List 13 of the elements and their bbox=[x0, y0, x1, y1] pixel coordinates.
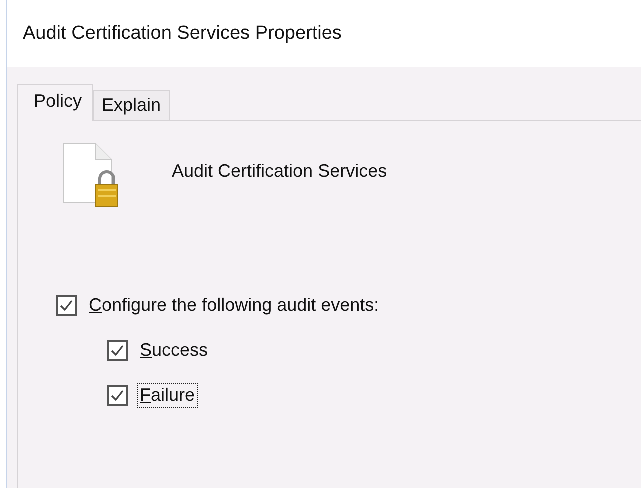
checkbox[interactable] bbox=[107, 340, 128, 361]
check-icon bbox=[111, 345, 124, 356]
window-title: Audit Certification Services Properties bbox=[23, 22, 342, 44]
check-icon bbox=[111, 390, 124, 401]
checkbox-label[interactable]: Failure bbox=[137, 383, 198, 408]
policy-name: Audit Certification Services bbox=[172, 160, 388, 182]
check-icon bbox=[60, 300, 73, 311]
checkbox-label[interactable]: Configure the following audit events: bbox=[86, 293, 382, 318]
tab[interactable]: Policy bbox=[17, 84, 94, 121]
checkbox[interactable] bbox=[56, 295, 77, 316]
checkbox[interactable] bbox=[107, 385, 128, 406]
checkbox-label[interactable]: Success bbox=[137, 338, 212, 363]
tab[interactable]: Explain bbox=[93, 90, 170, 120]
